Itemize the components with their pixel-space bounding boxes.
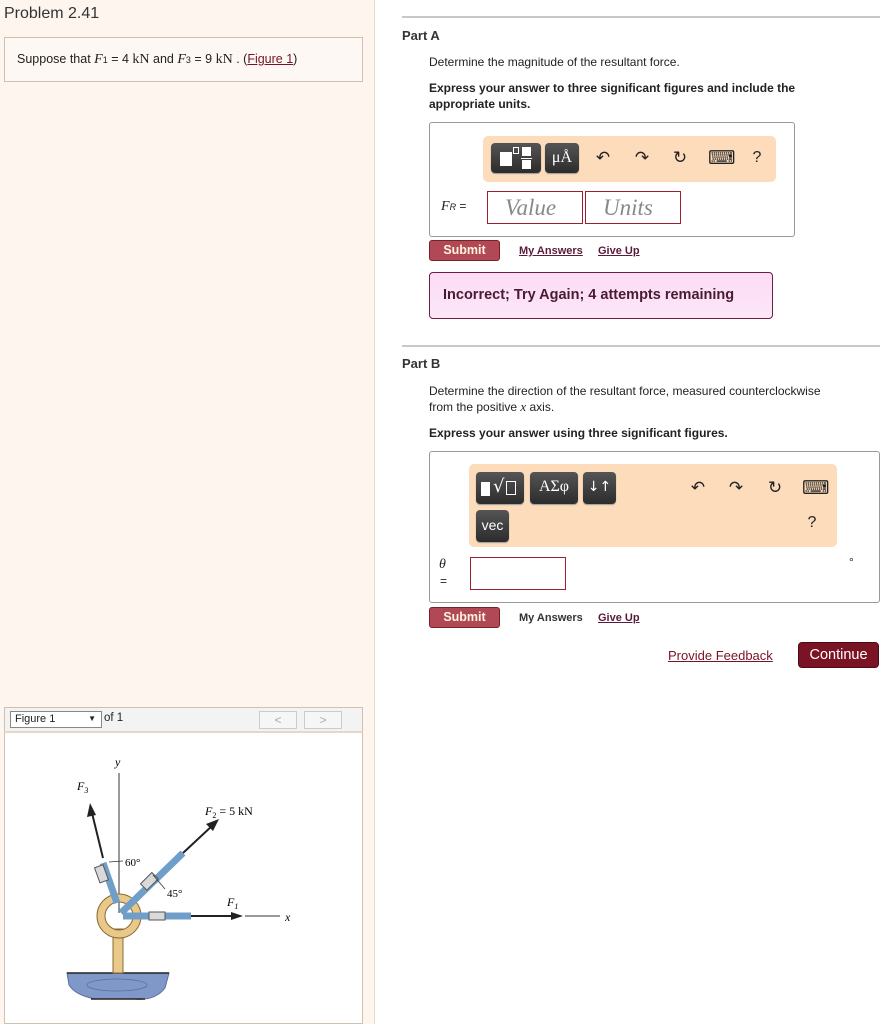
f1-arrowhead	[231, 912, 243, 920]
f1-unit: kN	[132, 52, 150, 67]
part-b-answer-box: √ ΑΣφ ↓↑ vec ↶ ↷ ↻ ⌨ ? θ = °	[429, 451, 880, 603]
figure-frame: y x F3 F2 = 5 kN F1 60° 45°	[4, 731, 363, 1024]
help-icon[interactable]: ?	[802, 514, 822, 532]
part-b-math-toolbar: √ ΑΣφ ↓↑ vec ↶ ↷ ↻ ⌨ ?	[469, 464, 837, 547]
greek-symbols-button[interactable]: ΑΣφ	[530, 472, 578, 504]
degree-unit: °	[849, 555, 854, 569]
f3-symbol: F	[177, 52, 186, 67]
part-b-instruction: Express your answer using three signific…	[429, 426, 728, 440]
part-a-question: Determine the magnitude of the resultant…	[429, 55, 680, 69]
radical-template-icon	[481, 482, 490, 496]
angle-45-label: 45°	[167, 888, 182, 900]
undo-icon[interactable]: ↶	[688, 478, 708, 498]
reset-icon[interactable]: ↻	[765, 478, 785, 498]
incorrect-feedback-message: Incorrect; Try Again; 4 attempts remaini…	[429, 272, 773, 319]
part-a-label: Part A	[402, 28, 440, 43]
f3-unit: kN	[215, 52, 233, 67]
part-a-submit-button[interactable]: Submit	[429, 240, 500, 261]
fraction-template-button[interactable]	[491, 143, 541, 173]
part-a-instruction: Express your answer to three significant…	[429, 81, 796, 111]
part-b-my-answers-label: My Answers	[519, 612, 583, 624]
f3-label: F3	[76, 779, 88, 795]
part-a-my-answers-link[interactable]: My Answers	[519, 245, 583, 257]
part-b-divider	[402, 345, 880, 347]
y-axis-label: y	[114, 755, 121, 769]
fr-symbol: F	[441, 199, 450, 214]
x-axis-label: x	[284, 910, 291, 924]
f1-symbol: F	[94, 52, 103, 67]
part-a-give-up-link[interactable]: Give Up	[598, 245, 640, 257]
f1-label: F1	[226, 895, 238, 911]
problem-panel: Problem 2.41 Suppose that F1 = 4 kN and …	[0, 0, 375, 1024]
fr-variable-label: FR =	[441, 199, 466, 215]
statement-prefix: Suppose that	[17, 52, 95, 66]
f3-arrow	[91, 812, 104, 859]
angle1-leader	[108, 860, 124, 863]
fr-equals: =	[456, 199, 467, 213]
problem-title: Problem 2.41	[4, 5, 100, 22]
part-a-answer-box: μÅ ↶ ↷ ↻ ⌨ ? FR = Value Units	[429, 122, 795, 237]
continue-button[interactable]: Continue	[798, 642, 879, 668]
figure-select-value: Figure 1	[15, 713, 56, 725]
part-a-math-toolbar: μÅ ↶ ↷ ↻ ⌨ ?	[483, 136, 776, 182]
problem-statement: Suppose that F1 = 4 kN and F3 = 9 kN . (…	[4, 37, 363, 82]
units-button[interactable]: μÅ	[545, 143, 579, 173]
part-b-question-line2: from the positive x axis.	[429, 399, 555, 414]
redo-icon[interactable]: ↷	[632, 148, 652, 168]
statement-paren-open: . (	[232, 52, 248, 66]
provide-feedback-link[interactable]: Provide Feedback	[668, 648, 773, 663]
f3-arrowhead	[87, 803, 96, 817]
wooden-base	[66, 972, 170, 1000]
keyboard-icon[interactable]: ⌨	[802, 477, 829, 500]
undo-icon[interactable]: ↶	[593, 148, 613, 168]
part-b-question-line1: Determine the direction of the resultant…	[429, 384, 821, 398]
figure-link[interactable]: Figure 1	[247, 52, 293, 66]
force-diagram: y x F3 F2 = 5 kN F1 60° 45°	[66, 755, 291, 1000]
arrows-button[interactable]: ↓↑	[583, 472, 616, 504]
reset-icon[interactable]: ↻	[670, 148, 690, 168]
statement-paren-close: )	[293, 52, 298, 66]
radical-template-button[interactable]: √	[476, 472, 524, 504]
value-input[interactable]: Value	[487, 191, 583, 224]
angle-60-label: 60°	[125, 857, 140, 869]
f3-equals: = 9	[190, 52, 216, 66]
redo-icon[interactable]: ↷	[726, 478, 746, 498]
theta-symbol: θ	[439, 557, 446, 572]
questions-panel: Part A Determine the magnitude of the re…	[376, 0, 894, 1024]
part-a-divider	[402, 16, 880, 18]
help-icon[interactable]: ?	[747, 149, 767, 167]
vector-button[interactable]: vec	[476, 510, 509, 542]
f1-equals: = 4	[107, 52, 133, 66]
previous-figure-button[interactable]: <	[259, 711, 297, 729]
figure-select[interactable]: Figure 1 ▼	[10, 711, 102, 728]
dropdown-arrow-icon: ▼	[88, 714, 96, 723]
f2-arrow	[182, 824, 214, 854]
theta-equals: =	[440, 574, 448, 588]
theta-input[interactable]	[470, 557, 566, 590]
next-figure-button[interactable]: >	[304, 711, 342, 729]
figure-navigation-bar: Figure 1 ▼ of 1 < >	[4, 707, 363, 731]
f1-clamp	[148, 911, 166, 921]
part-b-submit-button[interactable]: Submit	[429, 607, 500, 628]
part-b-give-up-link[interactable]: Give Up	[598, 612, 640, 624]
f2-label: F2 = 5 kN	[204, 804, 253, 820]
part-b-label: Part B	[402, 356, 441, 371]
statement-and: and	[149, 52, 178, 66]
fraction-template-icon	[500, 152, 512, 166]
units-input[interactable]: Units	[585, 191, 681, 224]
figure-count: of 1	[104, 712, 124, 724]
keyboard-icon[interactable]: ⌨	[708, 147, 735, 170]
